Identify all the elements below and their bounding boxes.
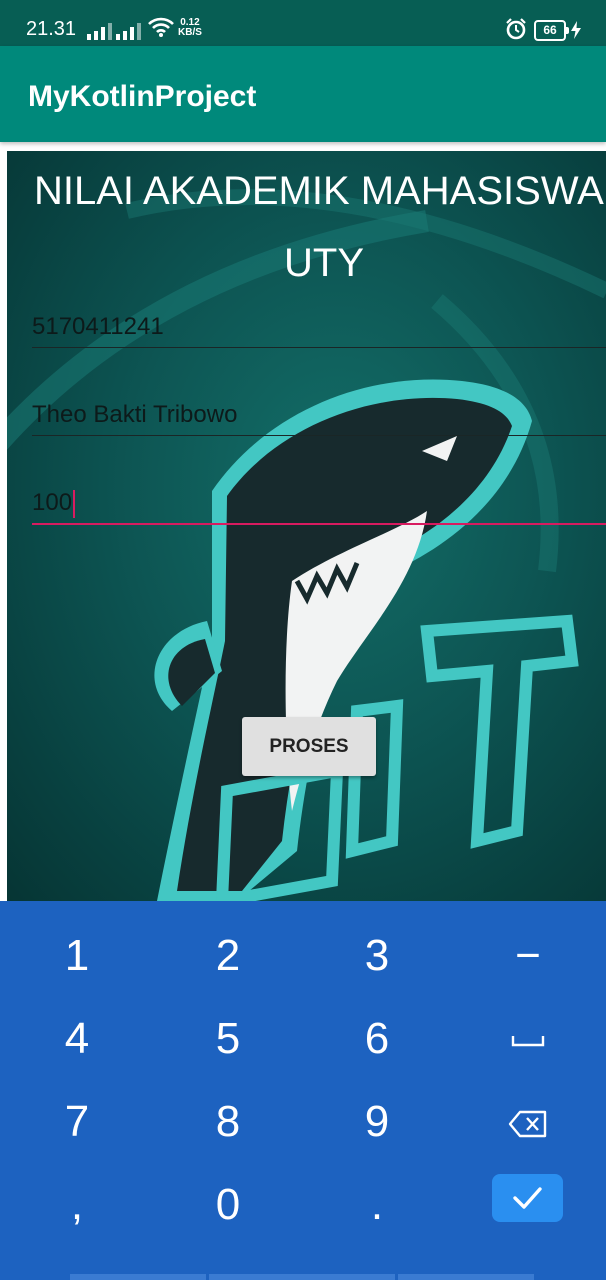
status-time: 21.31 — [26, 18, 77, 40]
wifi-icon — [148, 17, 174, 37]
key-minus[interactable]: − — [468, 916, 588, 996]
status-bar: 21.31 0.12 KB/S 66 — [0, 0, 606, 46]
heading-title: NILAI AKADEMIK MAHASISWA — [34, 169, 604, 213]
key-7[interactable]: 7 — [17, 1082, 137, 1162]
nav-segment-right — [398, 1274, 534, 1280]
key-1[interactable]: 1 — [17, 916, 137, 996]
net-speed-unit: KB/S — [178, 27, 202, 38]
key-5[interactable]: 5 — [168, 999, 288, 1079]
key-comma[interactable]: , — [17, 1165, 137, 1245]
nav-segment-center — [209, 1274, 395, 1280]
signal-1-icon — [87, 20, 112, 40]
battery-icon: 66 — [534, 20, 569, 41]
form-container: NILAI AKADEMIK MAHASISWA UTY 5170411241 … — [7, 151, 606, 901]
done-key[interactable] — [492, 1174, 563, 1222]
text-cursor — [73, 489, 76, 518]
key-8[interactable]: 8 — [168, 1082, 288, 1162]
alarm-icon — [506, 18, 526, 40]
key-0[interactable]: 0 — [168, 1165, 288, 1245]
nav-segment-left — [70, 1274, 206, 1280]
backspace-icon — [508, 1111, 547, 1138]
name-input[interactable]: Theo Bakti Tribowo — [32, 395, 606, 436]
numeric-keypad: 1 2 3 − 4 5 6 7 8 9 , 0 . — [0, 901, 606, 1280]
nim-input[interactable]: 5170411241 — [32, 307, 606, 348]
key-3[interactable]: 3 — [317, 916, 437, 996]
score-input-value: 100 — [32, 489, 73, 516]
net-speed: 0.12 KB/S — [178, 18, 202, 38]
app-bar: MyKotlinProject — [0, 46, 606, 142]
proses-button[interactable]: PROSES — [242, 717, 376, 776]
space-key[interactable] — [468, 999, 588, 1079]
backspace-key[interactable] — [468, 1082, 588, 1162]
key-4[interactable]: 4 — [17, 999, 137, 1079]
heading-subtitle: UTY — [284, 241, 364, 285]
space-icon — [511, 1036, 545, 1047]
charging-icon — [571, 21, 581, 39]
score-input[interactable]: 100 — [32, 483, 606, 525]
signal-2-icon — [116, 20, 141, 40]
key-period[interactable]: . — [317, 1165, 437, 1245]
key-9[interactable]: 9 — [317, 1082, 437, 1162]
check-icon — [513, 1187, 542, 1209]
key-2[interactable]: 2 — [168, 916, 288, 996]
app-title: MyKotlinProject — [28, 80, 257, 113]
key-6[interactable]: 6 — [317, 999, 437, 1079]
